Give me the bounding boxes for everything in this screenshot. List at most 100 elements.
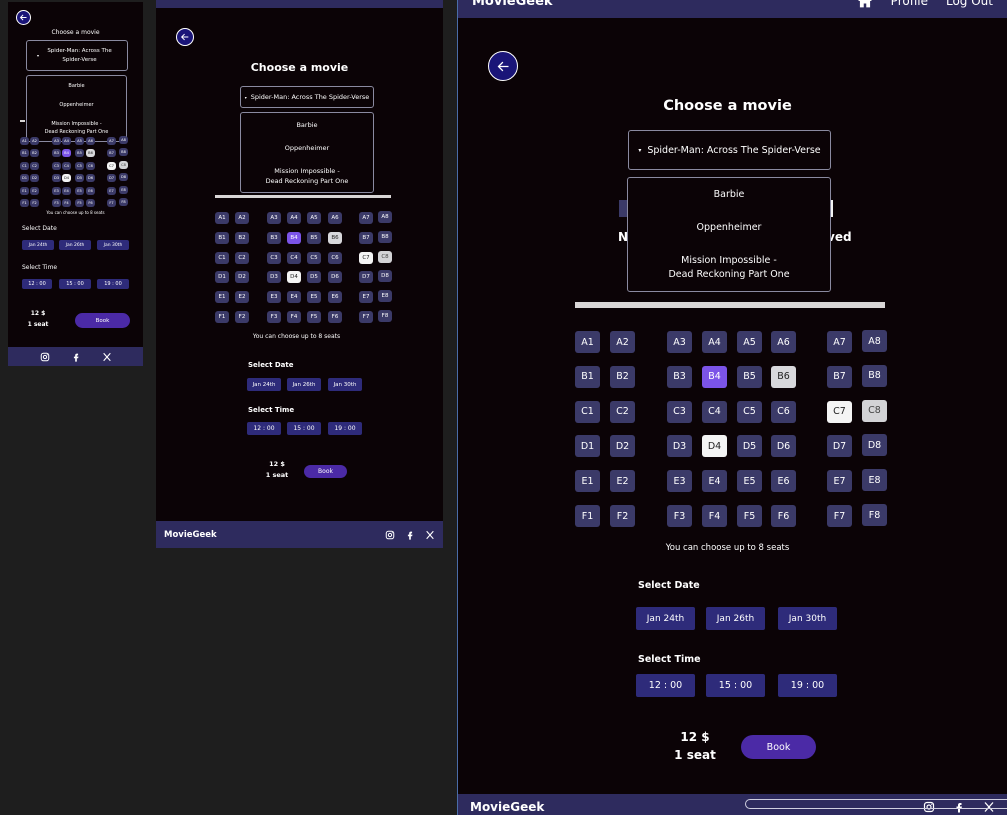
seat-e7[interactable]: E7 xyxy=(359,291,373,304)
seat-f5[interactable]: F5 xyxy=(75,199,84,207)
movie-option-oppenheimer[interactable]: Oppenheimer xyxy=(59,101,93,109)
seat-c5[interactable]: C5 xyxy=(75,161,84,170)
seat-a6[interactable]: A6 xyxy=(86,137,95,145)
seat-b4[interactable]: B4 xyxy=(287,231,301,244)
seat-a8[interactable]: A8 xyxy=(862,330,887,352)
movie-option-barbie[interactable]: Barbie xyxy=(68,82,84,90)
seat-d8[interactable]: D8 xyxy=(119,173,128,182)
time-chip-2[interactable]: 15 : 00 xyxy=(59,279,91,289)
movie-option-barbie[interactable]: Barbie xyxy=(296,120,317,130)
seat-a7[interactable]: A7 xyxy=(107,137,116,145)
time-chip-1[interactable]: 12 : 00 xyxy=(636,674,695,697)
facebook-icon[interactable] xyxy=(405,530,415,540)
x-icon[interactable] xyxy=(425,530,435,540)
movie-option-oppenheimer[interactable]: Oppenheimer xyxy=(697,221,762,235)
book-button[interactable]: Book xyxy=(75,313,130,328)
seat-a2[interactable]: A2 xyxy=(30,137,39,145)
seat-b2[interactable]: B2 xyxy=(235,231,249,244)
seat-a1[interactable]: A1 xyxy=(20,137,29,145)
seat-c7[interactable]: C7 xyxy=(107,161,116,170)
seat-d7[interactable]: D7 xyxy=(827,435,852,458)
seat-f7[interactable]: F7 xyxy=(827,505,852,527)
seat-f4[interactable]: F4 xyxy=(62,199,71,207)
seat-e2[interactable]: E2 xyxy=(235,291,249,304)
date-chip-2[interactable]: Jan 26th xyxy=(59,240,91,250)
seat-e8[interactable]: E8 xyxy=(119,185,128,194)
seat-c8[interactable]: C8 xyxy=(119,160,128,169)
book-button[interactable]: Book xyxy=(304,465,347,478)
seat-b2[interactable]: B2 xyxy=(30,149,39,158)
seat-b7[interactable]: B7 xyxy=(359,231,373,244)
seat-d1[interactable]: D1 xyxy=(575,435,600,458)
seat-d7[interactable]: D7 xyxy=(359,271,373,284)
seat-a4[interactable]: A4 xyxy=(702,331,727,353)
seat-b1[interactable]: B1 xyxy=(575,365,600,388)
seat-b2[interactable]: B2 xyxy=(610,365,635,388)
seat-b4[interactable]: B4 xyxy=(62,149,71,158)
seat-a3[interactable]: A3 xyxy=(52,137,61,145)
seat-a4[interactable]: A4 xyxy=(62,137,71,145)
x-icon[interactable] xyxy=(102,352,112,362)
seat-f5[interactable]: F5 xyxy=(737,505,762,527)
seat-d1[interactable]: D1 xyxy=(20,174,29,183)
seat-b6[interactable]: B6 xyxy=(771,365,796,388)
seat-f2[interactable]: F2 xyxy=(610,505,635,527)
date-chip-1[interactable]: Jan 24th xyxy=(636,607,695,630)
seat-a1[interactable]: A1 xyxy=(575,331,600,353)
seat-b8[interactable]: B8 xyxy=(378,230,392,243)
seat-e1[interactable]: E1 xyxy=(215,291,229,304)
date-chip-2[interactable]: Jan 26th xyxy=(287,378,321,391)
seat-e2[interactable]: E2 xyxy=(30,186,39,195)
seat-f1[interactable]: F1 xyxy=(20,199,29,207)
seat-c1[interactable]: C1 xyxy=(215,251,229,264)
seat-c8[interactable]: C8 xyxy=(862,399,887,422)
seat-f8[interactable]: F8 xyxy=(119,198,128,206)
seat-b6[interactable]: B6 xyxy=(328,231,342,244)
seat-b1[interactable]: B1 xyxy=(215,231,229,244)
back-button[interactable] xyxy=(16,10,31,25)
seat-c6[interactable]: C6 xyxy=(328,251,342,264)
seat-d3[interactable]: D3 xyxy=(267,271,281,284)
movie-option-mission-impossible[interactable]: Mission Impossible - Dead Reckoning Part … xyxy=(668,254,789,282)
seat-c3[interactable]: C3 xyxy=(52,161,61,170)
seat-b5[interactable]: B5 xyxy=(307,231,321,244)
seat-a7[interactable]: A7 xyxy=(827,331,852,353)
seat-c3[interactable]: C3 xyxy=(667,400,692,423)
seat-c2[interactable]: C2 xyxy=(30,161,39,170)
movie-option-barbie[interactable]: Barbie xyxy=(714,188,745,202)
seat-e8[interactable]: E8 xyxy=(862,469,887,492)
movie-select[interactable]: ▾ Spider-Man: Across The Spider-Verse xyxy=(628,130,831,170)
seat-e5[interactable]: E5 xyxy=(75,186,84,195)
seat-f1[interactable]: F1 xyxy=(575,505,600,527)
seat-f6[interactable]: F6 xyxy=(86,199,95,207)
facebook-icon[interactable] xyxy=(71,352,81,362)
seat-d6[interactable]: D6 xyxy=(86,174,95,183)
back-button[interactable] xyxy=(176,28,194,46)
seat-f2[interactable]: F2 xyxy=(235,311,249,323)
nav-profile[interactable]: Profile xyxy=(891,0,928,8)
seat-f3[interactable]: F3 xyxy=(667,505,692,527)
seat-d2[interactable]: D2 xyxy=(30,174,39,183)
seat-c5[interactable]: C5 xyxy=(307,251,321,264)
seat-e4[interactable]: E4 xyxy=(62,186,71,195)
seat-b8[interactable]: B8 xyxy=(862,364,887,387)
seat-e7[interactable]: E7 xyxy=(827,470,852,493)
time-chip-3[interactable]: 19 : 00 xyxy=(97,279,129,289)
seat-f7[interactable]: F7 xyxy=(359,311,373,323)
seat-e5[interactable]: E5 xyxy=(737,470,762,493)
movie-option-oppenheimer[interactable]: Oppenheimer xyxy=(285,143,329,153)
seat-c5[interactable]: C5 xyxy=(737,400,762,423)
seat-c2[interactable]: C2 xyxy=(235,251,249,264)
seat-e7[interactable]: E7 xyxy=(107,186,116,195)
seat-a8[interactable]: A8 xyxy=(119,136,128,144)
seat-e2[interactable]: E2 xyxy=(610,470,635,493)
nav-logout[interactable]: Log Out xyxy=(946,0,993,8)
seat-f1[interactable]: F1 xyxy=(215,311,229,323)
seat-a2[interactable]: A2 xyxy=(610,331,635,353)
seat-a6[interactable]: A6 xyxy=(328,212,342,224)
seat-f8[interactable]: F8 xyxy=(378,310,392,322)
seat-d6[interactable]: D6 xyxy=(328,271,342,284)
seat-e1[interactable]: E1 xyxy=(20,186,29,195)
seat-f3[interactable]: F3 xyxy=(267,311,281,323)
seat-b7[interactable]: B7 xyxy=(827,365,852,388)
